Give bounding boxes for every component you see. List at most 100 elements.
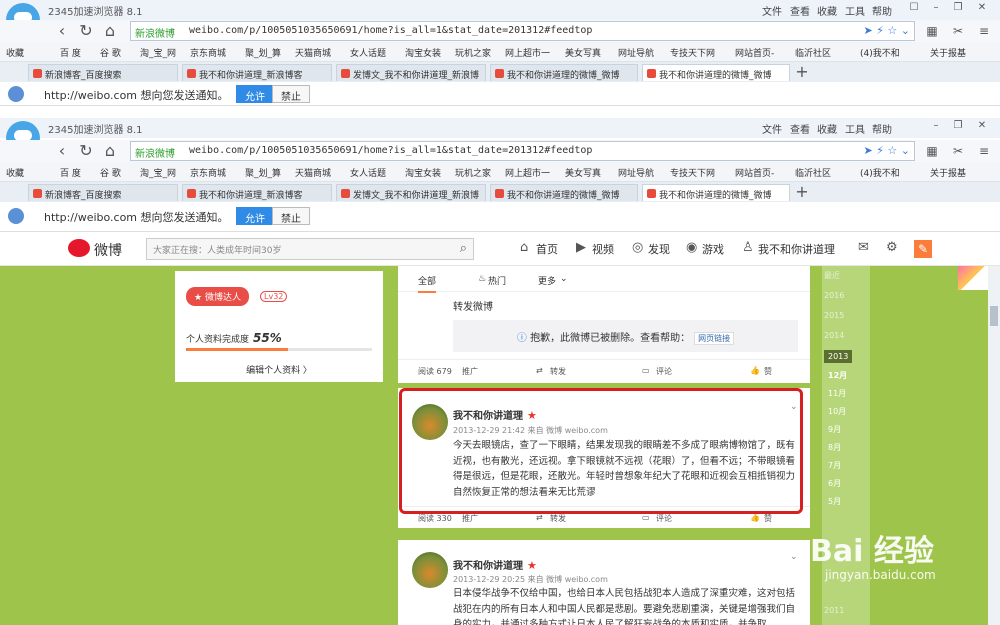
grid-icon[interactable]: ▦	[922, 21, 942, 41]
bookmark-item[interactable]: 网址导航	[618, 166, 654, 179]
allow-button[interactable]: 允许	[236, 85, 274, 103]
bookmark-item[interactable]: 聚_划_算	[245, 46, 281, 59]
timeline-month[interactable]: 8月	[828, 442, 841, 453]
comment-button[interactable]: 评论	[656, 513, 672, 524]
address-tools-icon[interactable]: ➤ ⚡ ☆ ⌄	[863, 24, 910, 37]
like-button[interactable]: 赞	[764, 366, 772, 377]
timeline-year-selected[interactable]: 2013	[824, 350, 853, 363]
bookmark-item[interactable]: 临沂社区	[795, 46, 831, 59]
bookmark-item[interactable]: 网站首页-	[735, 46, 774, 59]
avatar[interactable]	[412, 552, 448, 588]
maximize-icon[interactable]: ❐	[950, 120, 966, 134]
bookmark-item[interactable]: 谷 歌	[100, 166, 121, 179]
bookmark-item[interactable]: 淘宝女装	[405, 166, 441, 179]
scissors-icon[interactable]: ✂	[948, 21, 968, 41]
skin-icon[interactable]: ☐	[906, 2, 922, 16]
search-input[interactable]: 大家正在搜：人类成年时间30岁 ⌕	[146, 238, 474, 260]
nav-profile[interactable]: 我不和你讲道理	[758, 241, 835, 257]
timeline-month[interactable]: 12月	[828, 370, 847, 381]
menu-view[interactable]: 查看	[790, 121, 810, 136]
timeline-year[interactable]: 2016	[824, 291, 844, 300]
timeline-year[interactable]: 2014	[824, 331, 844, 340]
bookmark-item[interactable]: 收藏	[6, 46, 24, 59]
like-button[interactable]: 赞	[764, 513, 772, 524]
bookmark-item[interactable]: 淘宝女装	[405, 46, 441, 59]
bookmark-item[interactable]: 京东商城	[190, 166, 226, 179]
new-tab-icon[interactable]: +	[792, 62, 812, 82]
search-icon[interactable]: ⌕	[460, 241, 467, 256]
bookmark-item[interactable]: 美女写真	[565, 46, 601, 59]
deny-button[interactable]: 禁止	[272, 85, 310, 103]
promote-button[interactable]: 推广	[462, 366, 478, 377]
address-tools-icon[interactable]: ➤ ⚡ ☆ ⌄	[863, 144, 910, 157]
like-icon[interactable]: 👍	[750, 366, 760, 375]
bookmark-item[interactable]: 收藏	[6, 166, 24, 179]
web-link[interactable]: 网页链接	[694, 332, 735, 345]
tab-hot[interactable]: 热门	[488, 274, 506, 287]
menu-favorites[interactable]: 收藏	[817, 3, 837, 18]
back-icon[interactable]: ‹	[52, 141, 72, 161]
bookmark-item[interactable]: (4)我不和	[860, 46, 900, 59]
bookmark-item[interactable]: 百 度	[60, 166, 81, 179]
menu-favorites[interactable]: 收藏	[817, 121, 837, 136]
bookmark-item[interactable]: 天猫商城	[295, 166, 331, 179]
timeline-month[interactable]: 11月	[828, 388, 846, 399]
nav-home[interactable]: 首页	[536, 241, 558, 257]
menu-file[interactable]: 文件	[762, 121, 782, 136]
grid-icon[interactable]: ▦	[922, 141, 942, 161]
weibo-logo-text[interactable]: 微博	[94, 240, 122, 260]
repost-icon[interactable]: ⇄	[536, 366, 543, 375]
minimize-icon[interactable]: –	[928, 120, 944, 134]
browser-tab[interactable]: 新浪博客_百度搜索	[28, 64, 178, 81]
bookmark-item[interactable]: 玩机之家	[455, 46, 491, 59]
menu-help[interactable]: 帮助	[872, 121, 892, 136]
nav-video[interactable]: 视频	[592, 241, 614, 257]
bookmark-item[interactable]: 网址导航	[618, 46, 654, 59]
timeline-month[interactable]: 9月	[828, 424, 841, 435]
comment-icon[interactable]: ▭	[642, 513, 650, 522]
bookmark-item[interactable]: 谷 歌	[100, 46, 121, 59]
timeline-month[interactable]: 7月	[828, 460, 841, 471]
bookmark-item[interactable]: 女人话题	[350, 46, 386, 59]
new-tab-icon[interactable]: +	[792, 182, 812, 202]
scrollbar[interactable]	[988, 266, 1000, 625]
chevron-down-icon[interactable]: ⌄	[560, 274, 568, 284]
timeline-month[interactable]: 5月	[828, 496, 841, 507]
expert-badge[interactable]: ★ 微博达人	[186, 287, 249, 306]
browser-tab[interactable]: 我不和你讲道理_新浪博客	[182, 64, 332, 81]
scissors-icon[interactable]: ✂	[948, 141, 968, 161]
browser-tab[interactable]: 发博文_我不和你讲道理_新浪博	[336, 184, 486, 201]
timeline-month[interactable]: 10月	[828, 406, 846, 417]
weibo-logo-icon[interactable]	[68, 239, 90, 257]
compose-icon[interactable]: ✎	[914, 240, 932, 258]
menu-view[interactable]: 查看	[790, 3, 810, 18]
maximize-icon[interactable]: ❐	[950, 2, 966, 16]
timeline-year[interactable]: 2015	[824, 311, 844, 320]
bookmark-item[interactable]: 玩机之家	[455, 166, 491, 179]
bookmark-item[interactable]: 女人话题	[350, 166, 386, 179]
browser-tab[interactable]: 发博文_我不和你讲道理_新浪博	[336, 64, 486, 81]
edit-profile-link[interactable]: 编辑个人资料 〉	[175, 363, 383, 376]
nav-discover[interactable]: 发现	[648, 241, 670, 257]
allow-button[interactable]: 允许	[236, 207, 274, 225]
repost-button[interactable]: 转发	[550, 513, 566, 524]
menu-tools[interactable]: 工具	[845, 3, 865, 18]
refresh-icon[interactable]: ↻	[76, 21, 96, 41]
menu-tools[interactable]: 工具	[845, 121, 865, 136]
bookmark-item[interactable]: 专技天下网	[670, 166, 715, 179]
menu-icon[interactable]: ≡	[974, 141, 994, 161]
refresh-icon[interactable]: ↻	[76, 141, 96, 161]
deny-button[interactable]: 禁止	[272, 207, 310, 225]
bookmark-item[interactable]: 聚_划_算	[245, 166, 281, 179]
bookmark-item[interactable]: 网上超市一	[505, 166, 550, 179]
level-badge[interactable]: Lv32	[260, 291, 288, 302]
browser-tab[interactable]: 新浪博客_百度搜索	[28, 184, 178, 201]
address-bar[interactable]: 新浪微博 weibo.com/p/1005051035650691/home?i…	[130, 141, 915, 161]
home-icon[interactable]: ⌂	[100, 141, 120, 161]
bookmark-item[interactable]: 天猫商城	[295, 46, 331, 59]
comment-icon[interactable]: ▭	[642, 366, 650, 375]
browser-tab[interactable]: 我不和你讲道理_新浪博客	[182, 184, 332, 201]
close-icon[interactable]: ✕	[974, 2, 990, 16]
bookmark-item[interactable]: 专技天下网	[670, 46, 715, 59]
tab-all[interactable]: 全部	[418, 274, 437, 293]
